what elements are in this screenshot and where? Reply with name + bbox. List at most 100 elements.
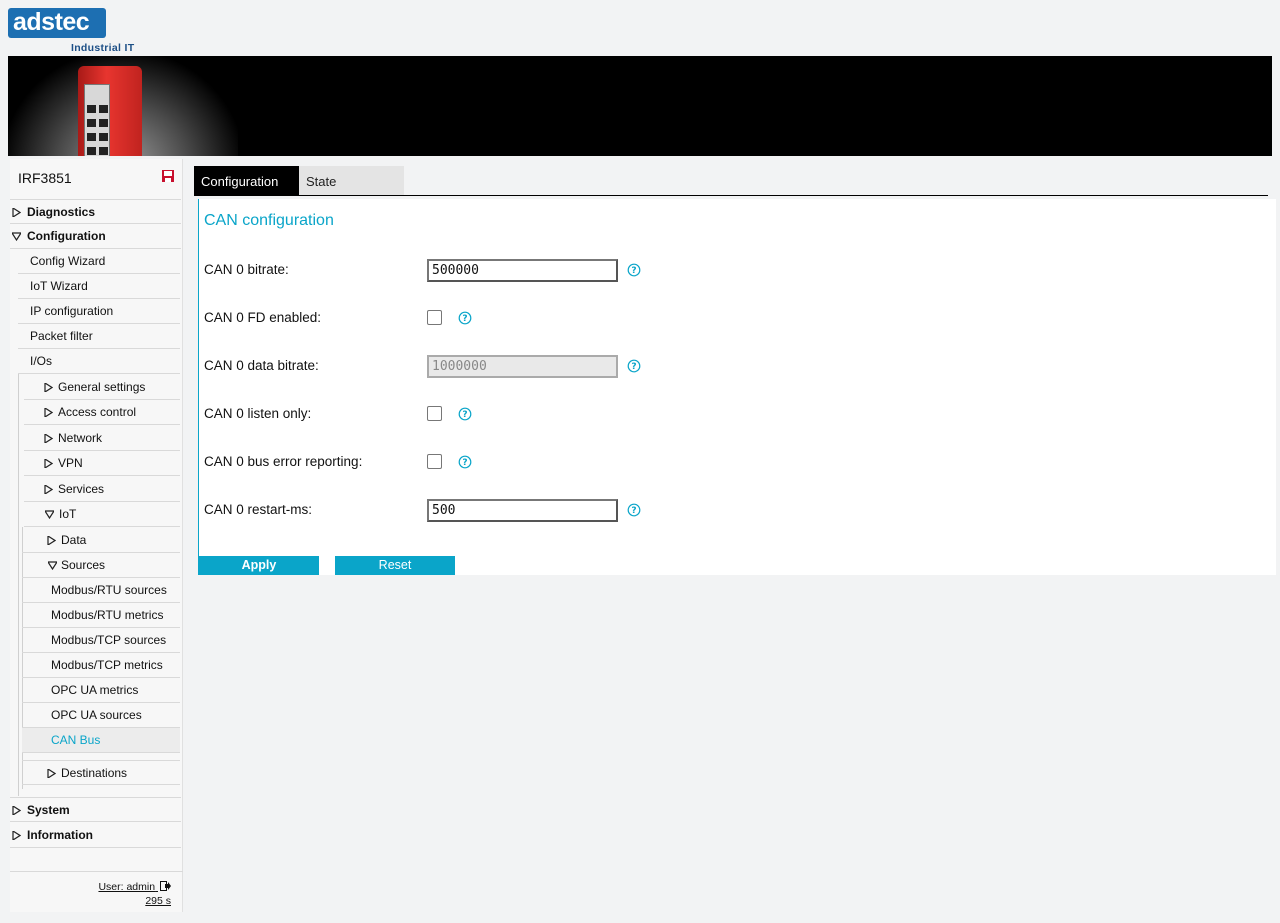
help-icon[interactable]: ? — [458, 407, 472, 421]
sidebar-item-modbus-rtu-sources[interactable]: Modbus/RTU sources — [22, 578, 180, 603]
sidebar-item-label: OPC UA metrics — [51, 683, 139, 697]
triangle-right-icon — [12, 831, 21, 840]
header-banner — [8, 56, 1272, 156]
help-icon[interactable]: ? — [458, 455, 472, 469]
sidebar-item-ip-configuration[interactable]: IP configuration — [18, 299, 180, 324]
sidebar-item-iot[interactable]: IoT — [24, 502, 180, 527]
triangle-right-icon — [12, 208, 21, 217]
sidebar-item-label: IP configuration — [30, 304, 114, 318]
sidebar-item-label: I/Os — [30, 354, 53, 368]
triangle-down-icon — [48, 561, 57, 570]
user-label: User: admin — [98, 881, 156, 893]
sidebar-item-access-control[interactable]: Access control — [24, 400, 180, 425]
fd-enabled-checkbox[interactable] — [427, 310, 442, 325]
sidebar-item-destinations[interactable]: Destinations — [22, 760, 180, 785]
sidebar-item-label: Modbus/TCP sources — [51, 633, 167, 647]
bus-error-checkbox[interactable] — [427, 454, 442, 469]
session-timer: 295 s — [145, 895, 171, 907]
tab-divider — [194, 195, 1268, 196]
listen-only-checkbox[interactable] — [427, 406, 442, 421]
triangle-right-icon — [12, 806, 21, 815]
triangle-right-icon — [44, 459, 53, 468]
sidebar-item-vpn[interactable]: VPN — [24, 451, 180, 476]
triangle-right-icon — [47, 769, 56, 778]
help-icon[interactable]: ? — [458, 311, 472, 325]
restart-ms-label: CAN 0 restart-ms: — [204, 502, 313, 517]
sidebar-item-label: Destinations — [61, 766, 128, 780]
sidebar-item-opc-ua-sources[interactable]: OPC UA sources — [22, 703, 180, 728]
fd-enabled-label: CAN 0 FD enabled: — [204, 310, 322, 325]
sidebar-item-general-settings[interactable]: General settings — [24, 375, 180, 400]
bus-error-label: CAN 0 bus error reporting: — [204, 454, 363, 469]
sidebar-item-iot-wizard[interactable]: IoT Wizard — [18, 274, 180, 299]
triangle-right-icon — [44, 434, 53, 443]
bitrate-input[interactable]: 500000 — [427, 259, 618, 282]
help-icon[interactable]: ? — [627, 503, 641, 517]
svg-text:?: ? — [462, 410, 467, 420]
save-icon[interactable] — [161, 169, 175, 183]
sidebar-item-label: Access control — [58, 405, 137, 419]
sidebar-item-modbus-tcp-metrics[interactable]: Modbus/TCP metrics — [22, 653, 180, 678]
logout-icon — [160, 881, 171, 891]
sidebar-item-can-bus[interactable]: CAN Bus — [22, 728, 180, 753]
triangle-down-icon — [45, 510, 54, 519]
can-config-panel: CAN configuration CAN 0 bitrate: 500000 … — [198, 199, 1276, 575]
sidebar-item-label: Information — [27, 828, 93, 842]
device-image — [78, 66, 142, 156]
sidebar-item-label: Diagnostics — [27, 205, 96, 219]
sidebar-item-label: Modbus/RTU sources — [51, 583, 167, 597]
svg-text:?: ? — [631, 266, 636, 276]
sidebar-item-label: Services — [58, 482, 105, 496]
sidebar-item-services[interactable]: Services — [24, 477, 180, 502]
sidebar-item-data[interactable]: Data — [22, 528, 180, 553]
triangle-right-icon — [44, 408, 53, 417]
sidebar-item-modbus-rtu-metrics[interactable]: Modbus/RTU metrics — [22, 603, 180, 628]
triangle-down-icon — [12, 232, 21, 241]
sidebar-item-sources[interactable]: Sources — [22, 553, 180, 578]
sidebar-item-configuration[interactable]: Configuration — [10, 224, 181, 249]
reset-button[interactable]: Reset — [335, 556, 455, 575]
sidebar-item-diagnostics[interactable]: Diagnostics — [10, 199, 181, 224]
apply-button[interactable]: Apply — [199, 556, 319, 575]
sidebar-item-system[interactable]: System — [10, 797, 181, 822]
logo-tagline: Industrial IT — [71, 42, 135, 54]
triangle-right-icon — [44, 485, 53, 494]
svg-text:?: ? — [462, 314, 467, 324]
sidebar-item-label: Network — [58, 431, 103, 445]
restart-ms-input[interactable]: 500 — [427, 499, 618, 522]
sidebar-item-ios[interactable]: I/Os — [18, 349, 180, 374]
logo-wordmark: adstec — [8, 8, 106, 38]
sidebar-item-opc-ua-metrics[interactable]: OPC UA metrics — [22, 678, 180, 703]
sidebar-item-packet-filter[interactable]: Packet filter — [18, 324, 180, 349]
data-bitrate-label: CAN 0 data bitrate: — [204, 358, 319, 373]
tab-configuration[interactable]: Configuration — [194, 166, 299, 196]
sidebar-item-information[interactable]: Information — [10, 823, 181, 848]
tab-state[interactable]: State — [299, 166, 404, 196]
sidebar-item-label: Config Wizard — [30, 254, 106, 268]
device-front-panel — [84, 84, 110, 156]
sidebar-item-label: Modbus/TCP metrics — [51, 658, 163, 672]
sidebar-item-label: Packet filter — [30, 329, 93, 343]
sidebar-item-label: OPC UA sources — [51, 708, 142, 722]
sidebar-item-network[interactable]: Network — [24, 426, 180, 451]
sidebar-item-config-wizard[interactable]: Config Wizard — [18, 249, 180, 274]
sidebar-item-label: IoT Wizard — [30, 279, 88, 293]
user-logout-link[interactable]: User: admin — [10, 881, 171, 893]
svg-text:?: ? — [462, 458, 467, 468]
device-name: IRF3851 — [18, 170, 72, 186]
panel-title: CAN configuration — [204, 212, 334, 229]
sidebar-item-label: Configuration — [27, 229, 106, 243]
help-icon[interactable]: ? — [627, 263, 641, 277]
triangle-right-icon — [47, 536, 56, 545]
data-bitrate-input[interactable]: 1000000 — [427, 355, 618, 378]
sidebar-item-label: IoT — [59, 507, 77, 521]
sidebar-item-modbus-tcp-sources[interactable]: Modbus/TCP sources — [22, 628, 180, 653]
sidebar-item-label: VPN — [58, 456, 83, 470]
help-icon[interactable]: ? — [627, 359, 641, 373]
svg-text:?: ? — [631, 362, 636, 372]
sidebar-item-label: Modbus/RTU metrics — [51, 608, 164, 622]
brand-logo: adstec Industrial IT — [8, 8, 138, 54]
sidebar: IRF3851 Diagnostics Configuration Config… — [10, 159, 183, 912]
bitrate-label: CAN 0 bitrate: — [204, 262, 289, 277]
sidebar-item-label: Data — [61, 533, 87, 547]
